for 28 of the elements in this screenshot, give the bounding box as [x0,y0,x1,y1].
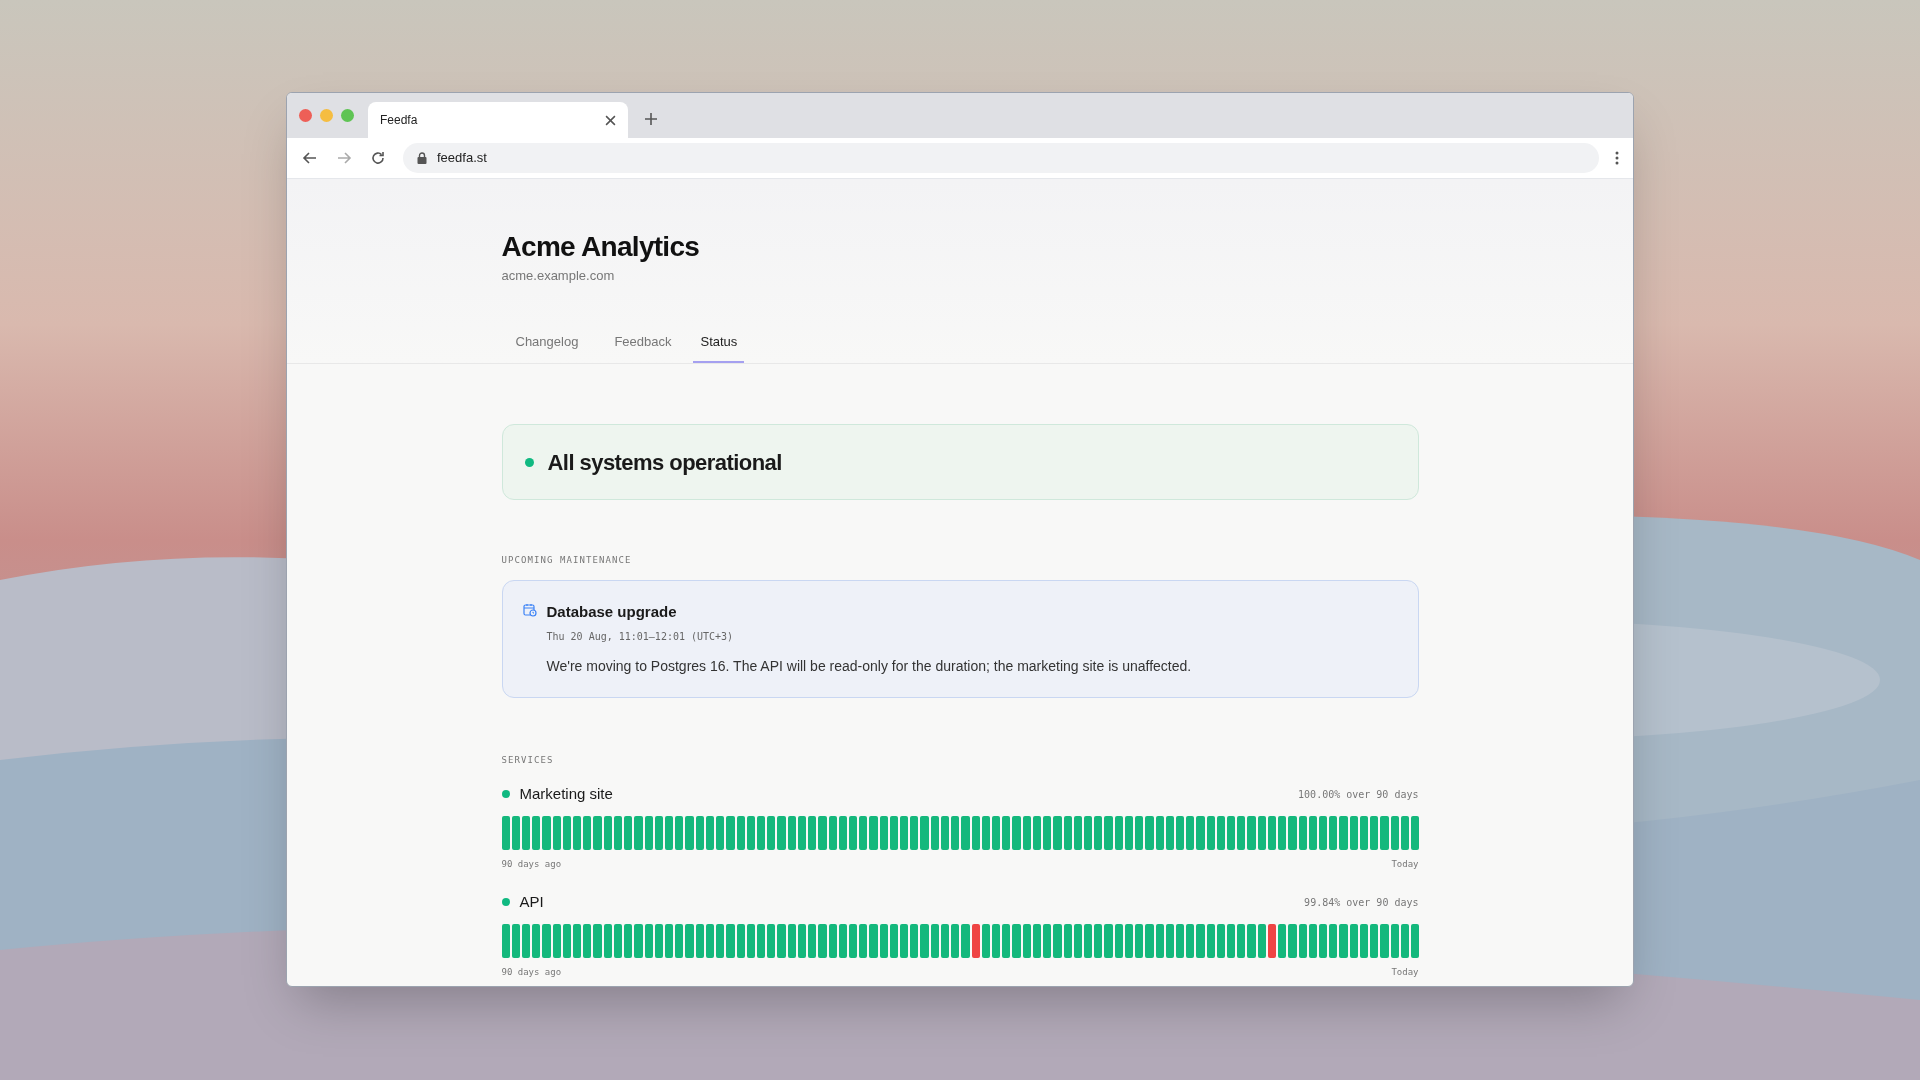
more-options-icon[interactable] [1615,151,1619,165]
plus-icon[interactable] [644,111,658,126]
reload-icon[interactable] [369,149,387,167]
close-icon[interactable] [605,114,616,126]
range-start-label: 90 days ago [501,965,562,979]
browser-tab[interactable]: Feedfa [368,102,628,138]
maintenance-time: Thu 20 Aug, 11:01–12:01 (UTC+3) [546,630,735,644]
status-text: All systems operational [547,448,782,477]
service-name: Marketing site [519,784,613,804]
address-bar[interactable]: feedfa.st [403,143,1599,173]
nav-tab[interactable]: Changelog [501,331,593,363]
lock-icon [417,152,427,164]
section-heading: SERVICES [501,753,555,767]
uptime-text: 99.84% over 90 days [1304,895,1419,910]
calendar-clock-icon [522,602,537,617]
domain-text: acme.example.com [501,267,616,285]
maintenance-title: Database upgrade [546,601,678,622]
range-end-label: Today [1391,965,1419,979]
maintenance-description: We're moving to Postgres 16. The API will be read-only for the duration; the marketing site is unaffected. [546,657,1192,676]
nav-tab[interactable]: Status [693,331,745,363]
close-window-icon[interactable] [299,109,312,122]
range-start-label: 90 days ago [501,857,562,871]
uptime-text: 100.00% over 90 days [1298,787,1419,802]
range-end-label: Today [1391,857,1419,871]
section-heading: UPCOMING MAINTENANCE [501,554,633,567]
service-name: API [519,892,544,912]
nav-tab[interactable]: Feedback [600,331,686,363]
page-title: Acme Analytics [501,230,701,264]
